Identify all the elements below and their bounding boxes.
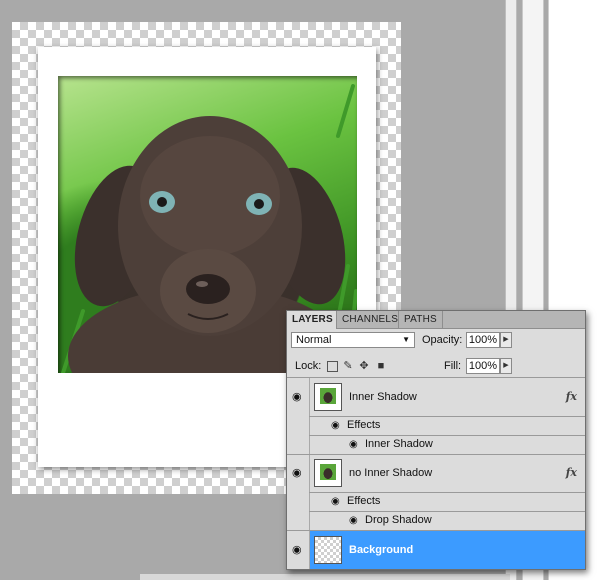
panel-tabs: LAYERS CHANNELS PATHS (287, 311, 585, 329)
effects-row[interactable]: ◉ Effects (287, 493, 585, 511)
lock-brush-icon[interactable]: ✎ (342, 360, 354, 372)
layer-thumbnail (314, 536, 342, 564)
fx-icon[interactable]: fx (566, 390, 577, 403)
visibility-toggle[interactable]: ◉ (287, 378, 310, 416)
visibility-toggle[interactable]: ◉ (287, 455, 310, 492)
layer-name[interactable]: no Inner Shadow (349, 467, 432, 479)
layer-name[interactable]: Inner Shadow (349, 391, 417, 403)
layer-row-inner-shadow[interactable]: ◉ Inner Shadow fx (287, 378, 585, 416)
eye-icon: ◉ (292, 544, 302, 556)
eye-icon[interactable]: ◉ (349, 439, 358, 450)
blend-mode-value: Normal (296, 334, 332, 346)
tab-paths[interactable]: PATHS (399, 311, 443, 328)
effects-row[interactable]: ◉ Effects (287, 417, 585, 435)
visibility-toggle[interactable]: ◉ (287, 531, 310, 569)
layers-panel: LAYERS CHANNELS PATHS Normal ▼ Opacity: … (286, 310, 586, 570)
layer-row-background[interactable]: ◉ Background (287, 531, 585, 569)
opacity-field[interactable]: 100% (466, 332, 500, 348)
eye-icon[interactable]: ◉ (331, 496, 340, 507)
effect-name: Inner Shadow (365, 438, 433, 450)
fill-label: Fill: (444, 360, 462, 372)
dropdown-arrow-icon: ▼ (402, 335, 410, 344)
effect-name: Drop Shadow (365, 514, 432, 526)
opacity-label: Opacity: (422, 334, 463, 346)
effects-label: Effects (347, 419, 381, 431)
spin-arrow-icon[interactable]: ▶ (500, 332, 512, 348)
eye-icon[interactable]: ◉ (349, 515, 358, 526)
eye-icon: ◉ (292, 467, 302, 479)
layer-thumbnail (314, 383, 342, 411)
lock-move-icon[interactable]: ✥ (358, 360, 370, 372)
tab-channels[interactable]: CHANNELS (337, 311, 399, 328)
layer-thumbnail (314, 459, 342, 487)
layer-name[interactable]: Background (349, 544, 413, 556)
lock-transparent-icon[interactable] (327, 361, 338, 372)
fill-field[interactable]: 100% (466, 358, 500, 374)
effect-row-drop-shadow[interactable]: ◉ Drop Shadow (287, 512, 585, 530)
lock-label: Lock: (295, 360, 322, 372)
spin-arrow-icon[interactable]: ▶ (500, 358, 512, 374)
eye-icon[interactable]: ◉ (331, 420, 340, 431)
eye-icon: ◉ (292, 391, 302, 403)
effect-row-inner-shadow[interactable]: ◉ Inner Shadow (287, 436, 585, 454)
effects-label: Effects (347, 495, 381, 507)
layer-row-no-inner-shadow[interactable]: ◉ no Inner Shadow fx (287, 455, 585, 492)
fx-icon[interactable]: fx (566, 466, 577, 479)
status-bar (140, 574, 510, 580)
blend-mode-select[interactable]: Normal ▼ (291, 332, 415, 348)
lock-all-icon[interactable]: ■ (375, 360, 387, 372)
tab-layers[interactable]: LAYERS (287, 311, 337, 329)
